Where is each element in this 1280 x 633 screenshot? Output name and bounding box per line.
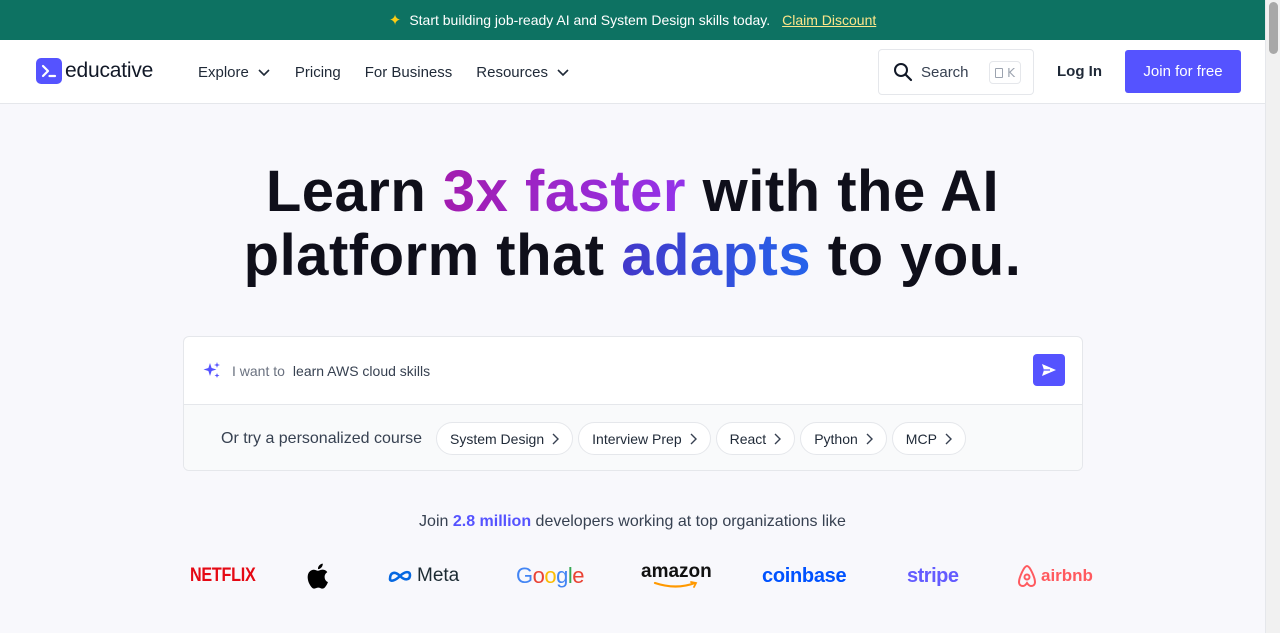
airbnb-belo-icon	[1017, 564, 1037, 588]
netflix-logo: NETFLIX	[190, 565, 256, 586]
airbnb-wordmark: airbnb	[1041, 566, 1093, 585]
educative-logo[interactable]: educative	[36, 58, 153, 84]
search-icon	[894, 63, 913, 82]
command-key-icon	[995, 67, 1004, 78]
ai-sparkle-icon	[203, 361, 220, 378]
chip-label: React	[729, 430, 767, 447]
hero-headline: Learn 3x faster with the AI platform tha…	[0, 160, 1265, 288]
banner-message: Start building job-ready AI and System D…	[409, 12, 771, 28]
send-button[interactable]	[1033, 354, 1065, 386]
learning-prompt-card: I want to Or try a personalized course S…	[183, 336, 1083, 471]
nav-resources[interactable]: Resources	[476, 64, 570, 81]
meta-logo: Meta	[387, 558, 459, 594]
join-for-free-button[interactable]: Join for free	[1125, 50, 1241, 93]
chip-python[interactable]: Python	[800, 422, 887, 455]
login-link[interactable]: Log In	[1057, 63, 1102, 80]
search-label: Search	[921, 63, 969, 81]
chevron-right-icon	[866, 433, 873, 444]
amazon-wordmark: amazon	[641, 561, 712, 582]
chevron-down-icon	[557, 69, 569, 77]
hero-text-3: platform that	[243, 223, 622, 288]
chip-interview-prep[interactable]: Interview Prep	[578, 422, 711, 455]
meta-wordmark: Meta	[417, 565, 460, 586]
page-scrollbar[interactable]	[1265, 0, 1280, 633]
hero-text-4: to you.	[811, 223, 1022, 288]
nav-explore-label: Explore	[198, 63, 249, 81]
chip-mcp[interactable]: MCP	[891, 422, 966, 455]
logo-text: educative	[65, 59, 154, 82]
hero-text-1: Learn	[265, 159, 443, 224]
chevron-right-icon	[945, 433, 952, 444]
promo-banner: ✦ Start building job-ready AI and System…	[0, 0, 1265, 40]
suggestion-row: Or try a personalized course System Desi…	[184, 404, 1082, 470]
search-shortcut: K	[989, 61, 1021, 84]
meta-infinity-icon	[388, 570, 412, 582]
chevron-down-icon	[258, 69, 270, 77]
chip-label: MCP	[905, 430, 937, 447]
educative-logo-icon	[36, 58, 62, 84]
learning-goal-input[interactable]	[292, 362, 993, 379]
nav-pricing-label: Pricing	[294, 63, 341, 81]
chip-system-design[interactable]: System Design	[435, 422, 574, 455]
google-logo: Google	[516, 563, 585, 588]
hero-highlight-3x-faster: 3x faster	[442, 159, 686, 224]
nav-pricing[interactable]: Pricing	[295, 64, 341, 81]
amazon-smile-icon	[654, 581, 698, 588]
send-icon	[1042, 364, 1056, 376]
prompt-prefix: I want to	[232, 362, 285, 379]
coinbase-logo: coinbase	[762, 564, 847, 587]
site-header: educative Explore Pricing For Business R…	[0, 40, 1265, 104]
chevron-right-icon	[774, 433, 782, 444]
chip-label: System Design	[449, 430, 545, 447]
stripe-logo: stripe	[907, 564, 959, 587]
nav-explore[interactable]: Explore	[198, 64, 271, 81]
scrollbar-thumb[interactable]	[1269, 2, 1278, 54]
chip-react[interactable]: React	[715, 422, 796, 455]
social-proof-text: Join 2.8 million developers working at t…	[0, 513, 1265, 531]
claim-discount-link[interactable]: Claim Discount	[782, 12, 876, 28]
social-proof-after: developers working at top organizations …	[531, 513, 846, 530]
amazon-logo: amazon	[641, 558, 712, 594]
hero-highlight-adapts: adapts	[621, 223, 812, 288]
chevron-right-icon	[552, 433, 560, 444]
nav-for-business[interactable]: For Business	[365, 64, 453, 81]
prompt-input-row: I want to	[184, 337, 1082, 404]
chevron-right-icon	[690, 433, 697, 444]
airbnb-logo: airbnb	[1016, 558, 1093, 594]
chip-label: Python	[814, 430, 858, 447]
suggestion-label: Or try a personalized course	[221, 429, 422, 447]
chip-label: Interview Prep	[592, 430, 682, 447]
company-logo-strip: NETFLIX Meta Google amazon coinbase stri…	[0, 558, 1265, 594]
hero-text-2: with the AI	[686, 159, 1000, 224]
social-proof-before: Join	[419, 513, 453, 530]
search-button[interactable]: Search K	[878, 49, 1034, 95]
main-nav: Explore Pricing For Business Resources	[198, 40, 594, 104]
nav-resources-label: Resources	[476, 63, 548, 81]
search-shortcut-key: K	[1007, 65, 1015, 80]
apple-logo	[305, 558, 329, 594]
sparkle-icon: ✦	[388, 12, 402, 29]
developer-count: 2.8 million	[452, 513, 532, 530]
nav-for-business-label: For Business	[364, 63, 453, 81]
